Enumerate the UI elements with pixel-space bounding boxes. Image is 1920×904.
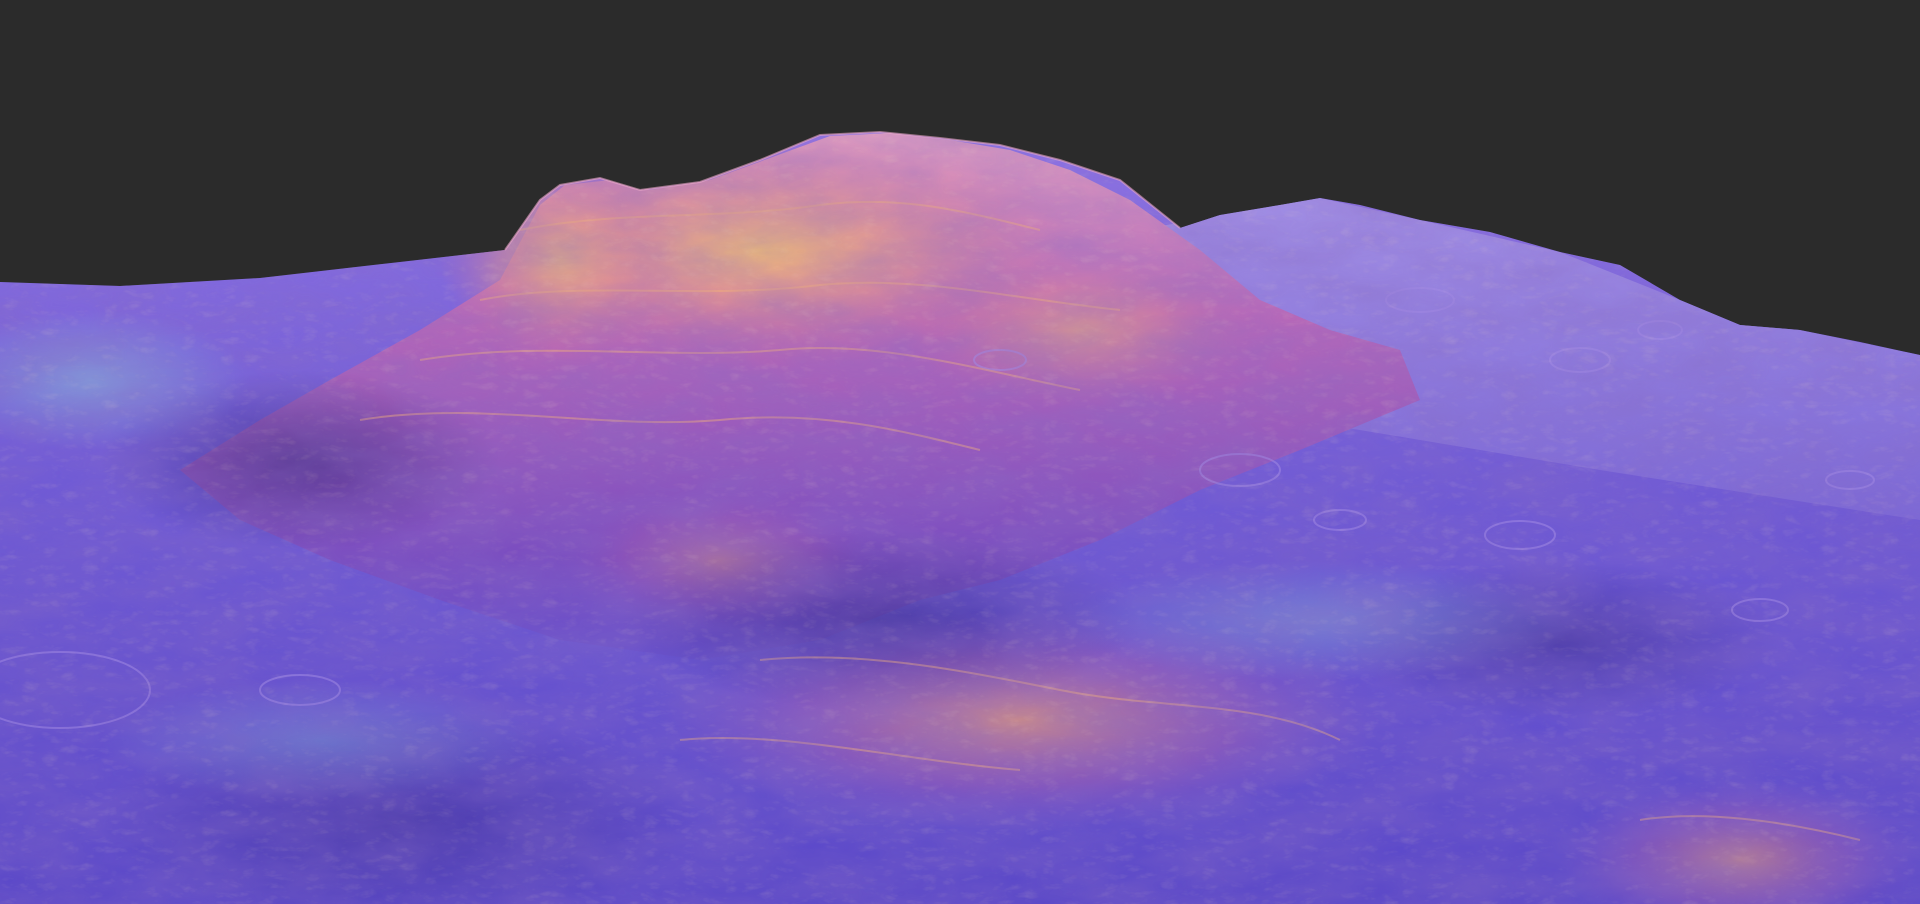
terrain-render xyxy=(0,130,1920,904)
terrain-fine-texture xyxy=(0,132,1920,904)
render-viewport xyxy=(0,0,1920,904)
